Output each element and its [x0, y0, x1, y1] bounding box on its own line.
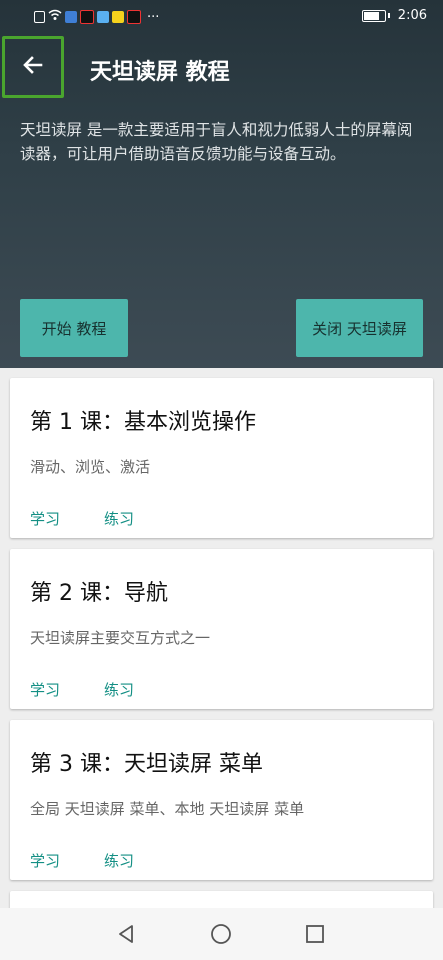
tiktok-icon: [127, 10, 141, 24]
learn-link[interactable]: 学习: [30, 508, 60, 529]
lesson-title: 第 3 课：天坦读屏 菜单: [30, 752, 263, 777]
circle-home-icon: [211, 924, 231, 944]
learn-link[interactable]: 学习: [30, 850, 60, 871]
tiktok-icon: [80, 10, 94, 24]
lesson-card-2[interactable]: 第 2 课：导航 天坦读屏主要交互方式之一 学习 练习: [10, 549, 433, 709]
intro-description: 天坦读屏 是一款主要适用于盲人和视力低弱人士的屏幕阅读器，可让用户借助语音反馈功…: [20, 121, 413, 163]
practice-link[interactable]: 练习: [104, 508, 134, 529]
practice-link[interactable]: 练习: [104, 679, 134, 700]
app-icon: [97, 11, 109, 23]
lesson-subtitle: 全局 天坦读屏 菜单、本地 天坦读屏 菜单: [30, 800, 305, 818]
sim-alert-icon: [34, 11, 45, 23]
lesson-card-3[interactable]: 第 3 课：天坦读屏 菜单 全局 天坦读屏 菜单、本地 天坦读屏 菜单 学习 练…: [10, 720, 433, 880]
arrow-left-icon: [21, 53, 45, 81]
wifi-icon: [48, 9, 62, 25]
battery-tip: [387, 13, 390, 18]
nav-back-button[interactable]: [112, 920, 140, 948]
lesson-card-1[interactable]: 第 1 课：基本浏览操作 滑动、浏览、激活 学习 练习: [10, 378, 433, 538]
toolbar: 天坦读屏 教程: [0, 34, 443, 102]
shield-app-icon: [65, 11, 77, 23]
nav-home-button[interactable]: [207, 920, 235, 948]
clock: 2:06: [397, 8, 427, 23]
start-tutorial-button[interactable]: 开始 教程: [20, 299, 128, 357]
lesson-title: 第 2 课：导航: [30, 581, 168, 606]
more-notifications-icon: ···: [147, 9, 160, 25]
nav-recents-button[interactable]: [301, 920, 329, 948]
practice-link[interactable]: 练习: [104, 850, 134, 871]
learn-link[interactable]: 学习: [30, 679, 60, 700]
status-right: 2:06: [361, 8, 427, 23]
yy-app-icon: [112, 11, 124, 23]
lesson-title: 第 1 课：基本浏览操作: [30, 410, 256, 435]
header-panel: ··· 2:06 天坦读屏 教程 天坦读屏 是一款主要适用于盲人和视力低弱人士的…: [0, 0, 443, 368]
close-reader-button[interactable]: 关闭 天坦读屏: [296, 299, 423, 357]
status-bar: ··· 2:06: [0, 0, 443, 34]
battery-icon: [361, 9, 386, 22]
lesson-subtitle: 滑动、浏览、激活: [30, 458, 151, 476]
back-button[interactable]: [2, 36, 64, 98]
page-title: 天坦读屏 教程: [90, 60, 230, 85]
square-recents-icon: [306, 925, 324, 943]
notification-icons: ···: [34, 9, 159, 25]
system-navigation-bar: [0, 908, 443, 960]
lesson-subtitle: 天坦读屏主要交互方式之一: [30, 629, 211, 647]
triangle-back-icon: [119, 925, 133, 943]
